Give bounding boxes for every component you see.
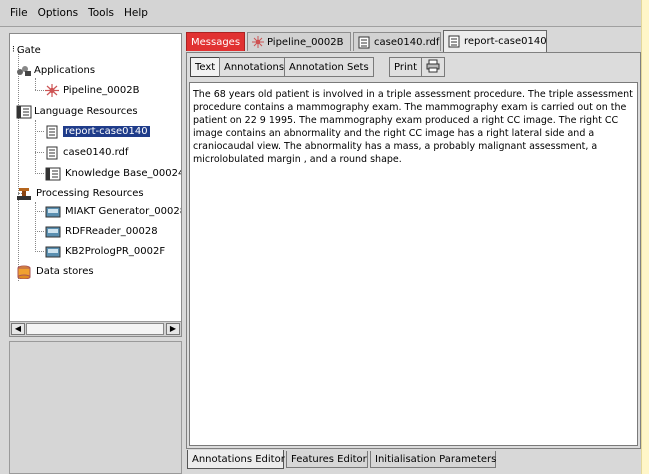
tree-node-pipeline[interactable]: Pipeline_0002B (45, 81, 139, 99)
language-resources-icon (16, 105, 32, 118)
scroll-left-button[interactable]: ◀ (11, 323, 25, 335)
menu-bar: File Options Tools Help (0, 0, 641, 27)
processing-resources-icon (16, 187, 32, 200)
tree-label: Processing Resources (36, 187, 144, 199)
bottom-tabbar: Annotations Editor Features Editor Initi… (186, 449, 641, 474)
tree-node-datastores[interactable]: Data stores (16, 262, 94, 280)
tree-node-language-resources[interactable]: Language Resources (16, 102, 138, 120)
document-toolbar: Text Annotations Annotation Sets Print (189, 55, 638, 79)
document-text-area[interactable]: The 68 years old patient is involved in … (189, 82, 638, 446)
tree-node-rdfreader[interactable]: RDFReader_00028 (45, 222, 158, 240)
knowledge-base-icon (45, 167, 61, 180)
resource-tree-panel: ⁝ Gate Applications Pipeline_0002B Langu… (9, 33, 182, 337)
tree-label: case0140.rdf (63, 146, 129, 158)
tree-node-case-rdf[interactable]: case0140.rdf (45, 143, 128, 161)
tree-label: RDFReader_00028 (65, 225, 158, 237)
applications-icon (16, 64, 31, 77)
tree-label: KB2PrologPR_0002F (65, 245, 166, 257)
tree-label: MIAKT Generator_00028 (65, 205, 181, 217)
document-icon (358, 36, 370, 49)
pipeline-icon (252, 36, 264, 48)
document-icon (45, 146, 59, 159)
tree-label: Pipeline_0002B (63, 84, 140, 96)
document-view: Text Annotations Annotation Sets Print T… (186, 52, 641, 449)
left-lower-panel (9, 341, 182, 474)
tab-features-editor[interactable]: Features Editor (286, 451, 368, 468)
tree-node-processing-resources[interactable]: Processing Resources (16, 184, 144, 202)
processing-resource-icon (45, 225, 61, 238)
menu-options[interactable]: Options (38, 7, 79, 19)
tree-label: Knowledge Base_00024 (65, 167, 181, 179)
resource-tree: ⁝ Gate Applications Pipeline_0002B Langu… (10, 34, 181, 322)
tree-node-report[interactable]: report-case0140 (45, 122, 150, 140)
tree-label: report-case0140 (63, 125, 150, 137)
main-frame: ⁝ Gate Applications Pipeline_0002B Langu… (0, 27, 641, 474)
processing-resource-icon (45, 205, 61, 218)
tree-label: Data stores (36, 265, 94, 277)
printer-icon-button[interactable] (421, 57, 445, 77)
tree-node-kb2prolog[interactable]: KB2PrologPR_0002F (45, 242, 165, 260)
document-icon (448, 35, 460, 48)
tree-node-knowledge-base[interactable]: Knowledge Base_00024 (45, 164, 181, 182)
menu-tools[interactable]: Tools (88, 7, 114, 19)
tab-report-case[interactable]: report-case0140 (443, 30, 547, 52)
tree-horizontal-scrollbar[interactable]: ◀ ▶ (10, 321, 181, 336)
tab-pipeline[interactable]: Pipeline_0002B (247, 32, 351, 51)
datastore-icon (16, 265, 32, 279)
tab-messages[interactable]: Messages (186, 32, 245, 51)
tree-root-gate[interactable]: ⁝ Gate (12, 41, 41, 59)
scroll-right-button[interactable]: ▶ (166, 323, 180, 335)
tab-initialisation-parameters[interactable]: Initialisation Parameters (370, 451, 496, 468)
document-tabbar: Messages Pipeline_0002B case0140.rdf rep… (186, 30, 641, 52)
tab-label: Pipeline_0002B (267, 36, 344, 48)
tab-label: report-case0140 (464, 36, 547, 47)
tree-label: Applications (34, 64, 96, 76)
tree-label: Gate (16, 44, 41, 56)
processing-resource-icon (45, 245, 61, 258)
printer-icon (426, 59, 440, 76)
document-text: The 68 years old patient is involved in … (193, 89, 633, 165)
document-icon (45, 125, 59, 138)
print-button[interactable]: Print (389, 57, 423, 77)
text-toggle-button[interactable]: Text (190, 57, 221, 77)
tree-node-applications[interactable]: Applications (16, 61, 95, 79)
tree-label: Language Resources (34, 105, 138, 117)
tab-label: case0140.rdf (374, 36, 440, 48)
annotation-sets-toggle-button[interactable]: Annotation Sets (284, 57, 374, 77)
right-edge-strip (641, 0, 649, 474)
tree-node-miakt-generator[interactable]: MIAKT Generator_00028 (45, 202, 181, 220)
tab-case-rdf[interactable]: case0140.rdf (353, 32, 441, 51)
menu-help[interactable]: Help (124, 7, 148, 19)
tab-label: Messages (191, 36, 241, 48)
tab-annotations-editor[interactable]: Annotations Editor (187, 450, 285, 469)
pipeline-icon (45, 83, 59, 97)
scroll-thumb[interactable] (26, 323, 164, 335)
annotations-toggle-button[interactable]: Annotations (219, 57, 290, 77)
menu-file[interactable]: File (10, 7, 28, 19)
